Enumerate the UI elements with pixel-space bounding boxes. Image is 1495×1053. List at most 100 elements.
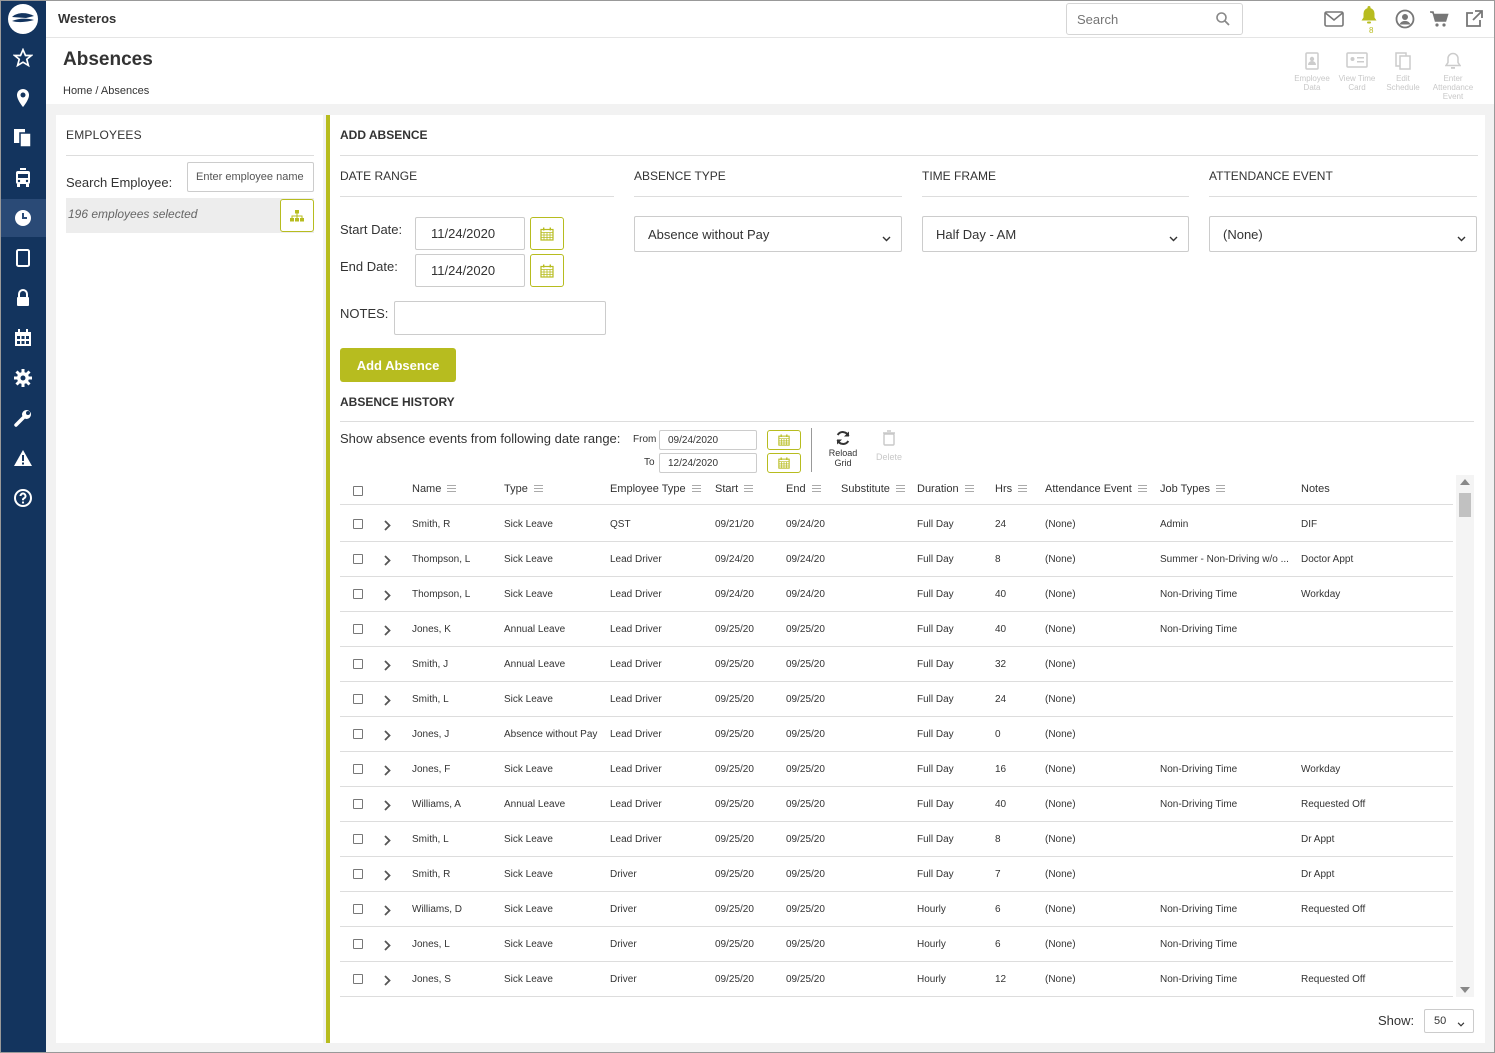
employee-data-action[interactable]: Employee Data bbox=[1288, 52, 1336, 92]
table-row[interactable]: Smith, J Annual Leave Lead Driver 09/25/20 0… bbox=[340, 647, 1453, 682]
row-checkbox[interactable] bbox=[353, 834, 363, 844]
row-checkbox[interactable] bbox=[353, 869, 363, 879]
edit-schedule-action[interactable]: Edit Schedule bbox=[1379, 52, 1427, 92]
column-menu-icon[interactable] bbox=[1018, 483, 1028, 495]
scroll-thumb[interactable] bbox=[1459, 493, 1471, 517]
notes-input[interactable] bbox=[394, 301, 606, 335]
column-menu-icon[interactable] bbox=[964, 483, 974, 495]
column-header-start[interactable]: Start bbox=[715, 483, 754, 495]
column-header-name[interactable]: Name bbox=[412, 483, 457, 495]
table-row[interactable]: Jones, F Sick Leave Lead Driver 09/25/20 09/… bbox=[340, 752, 1453, 787]
time-frame-select[interactable]: Half Day - AM bbox=[922, 216, 1189, 252]
lock-icon[interactable] bbox=[0, 279, 46, 317]
row-checkbox[interactable] bbox=[353, 519, 363, 529]
grid-scrollbar[interactable] bbox=[1456, 475, 1474, 997]
table-row[interactable]: Jones, J Absence without Pay Lead Driver 09… bbox=[340, 717, 1453, 752]
start-date-input[interactable] bbox=[415, 217, 525, 250]
app-logo[interactable] bbox=[8, 4, 38, 34]
location-pin-icon[interactable] bbox=[0, 79, 46, 117]
column-header-notes[interactable]: Notes bbox=[1301, 483, 1330, 495]
column-header-type[interactable]: Type bbox=[504, 483, 543, 495]
chevron-right-icon[interactable] bbox=[384, 868, 391, 886]
calendar-icon[interactable] bbox=[0, 319, 46, 357]
chevron-right-icon[interactable] bbox=[384, 658, 391, 676]
warning-icon[interactable] bbox=[0, 439, 46, 477]
row-checkbox[interactable] bbox=[353, 694, 363, 704]
employee-hierarchy-button[interactable] bbox=[280, 199, 314, 232]
chevron-right-icon[interactable] bbox=[384, 623, 391, 641]
mail-icon[interactable] bbox=[1322, 7, 1346, 31]
to-date-picker-button[interactable] bbox=[767, 453, 801, 473]
end-date-input[interactable] bbox=[415, 254, 525, 287]
column-menu-icon[interactable] bbox=[691, 483, 701, 495]
column-header-attendance-event[interactable]: Attendance Event bbox=[1045, 483, 1147, 495]
external-link-icon[interactable] bbox=[1462, 7, 1486, 31]
chevron-right-icon[interactable] bbox=[384, 938, 391, 956]
row-checkbox[interactable] bbox=[353, 659, 363, 669]
row-checkbox[interactable] bbox=[353, 904, 363, 914]
wrench-icon[interactable] bbox=[0, 399, 46, 437]
column-header-hrs[interactable]: Hrs bbox=[995, 483, 1028, 495]
breadcrumb-home[interactable]: Home bbox=[63, 85, 92, 97]
search-icon[interactable] bbox=[1216, 12, 1230, 31]
column-menu-icon[interactable] bbox=[447, 483, 457, 495]
page-size-select[interactable]: 50 bbox=[1424, 1009, 1474, 1033]
employee-search-input[interactable] bbox=[187, 162, 314, 192]
tablet-icon[interactable] bbox=[0, 239, 46, 277]
row-checkbox[interactable] bbox=[353, 729, 363, 739]
table-row[interactable]: Smith, L Sick Leave Lead Driver 09/25/20 09/… bbox=[340, 682, 1453, 717]
help-icon[interactable] bbox=[0, 479, 46, 517]
column-menu-icon[interactable] bbox=[1137, 483, 1147, 495]
row-checkbox[interactable] bbox=[353, 764, 363, 774]
row-checkbox[interactable] bbox=[353, 554, 363, 564]
table-row[interactable]: Smith, R Sick Leave QST 09/21/20 09/24/20 Ful… bbox=[340, 507, 1453, 542]
table-row[interactable]: Thompson, L Sick Leave Lead Driver 09/24/20… bbox=[340, 542, 1453, 577]
chevron-right-icon[interactable] bbox=[384, 763, 391, 781]
end-date-picker-button[interactable] bbox=[530, 254, 564, 287]
gear-icon[interactable] bbox=[0, 359, 46, 397]
row-checkbox[interactable] bbox=[353, 974, 363, 984]
chevron-right-icon[interactable] bbox=[384, 518, 391, 536]
row-checkbox[interactable] bbox=[353, 589, 363, 599]
start-date-picker-button[interactable] bbox=[530, 217, 564, 250]
cart-icon[interactable] bbox=[1427, 7, 1451, 31]
chevron-right-icon[interactable] bbox=[384, 903, 391, 921]
documents-icon[interactable] bbox=[0, 119, 46, 157]
column-header-duration[interactable]: Duration bbox=[917, 483, 974, 495]
column-menu-icon[interactable] bbox=[1215, 483, 1225, 495]
clock-icon[interactable] bbox=[0, 199, 46, 237]
column-menu-icon[interactable] bbox=[533, 483, 543, 495]
chevron-right-icon[interactable] bbox=[384, 973, 391, 991]
scroll-up-arrow[interactable] bbox=[1460, 479, 1470, 485]
star-icon[interactable] bbox=[0, 39, 46, 77]
table-row[interactable]: Thompson, L Sick Leave Lead Driver 09/24/20… bbox=[340, 577, 1453, 612]
from-date-picker-button[interactable] bbox=[767, 430, 801, 450]
table-row[interactable]: Jones, S Sick Leave Driver 09/25/20 09/25/20… bbox=[340, 962, 1453, 997]
column-menu-icon[interactable] bbox=[895, 483, 905, 495]
scroll-down-arrow[interactable] bbox=[1460, 987, 1470, 993]
table-row[interactable]: Williams, D Sick Leave Driver 09/25/20 09/25… bbox=[340, 892, 1453, 927]
column-menu-icon[interactable] bbox=[811, 483, 821, 495]
enter-attendance-event-action[interactable]: Enter Attendance Event bbox=[1429, 52, 1477, 101]
user-icon[interactable] bbox=[1393, 7, 1417, 31]
attendance-event-select[interactable]: (None) bbox=[1209, 216, 1477, 252]
from-date-input[interactable] bbox=[659, 430, 757, 450]
bus-icon[interactable] bbox=[0, 159, 46, 197]
reload-grid-button[interactable]: Reload Grid bbox=[824, 430, 862, 468]
chevron-right-icon[interactable] bbox=[384, 693, 391, 711]
search-input[interactable] bbox=[1067, 4, 1207, 34]
chevron-right-icon[interactable] bbox=[384, 833, 391, 851]
row-checkbox[interactable] bbox=[353, 624, 363, 634]
chevron-right-icon[interactable] bbox=[384, 553, 391, 571]
table-row[interactable]: Jones, L Sick Leave Driver 09/25/20 09/25/20… bbox=[340, 927, 1453, 962]
column-header-end[interactable]: End bbox=[786, 483, 821, 495]
chevron-right-icon[interactable] bbox=[384, 728, 391, 746]
bell-icon[interactable] bbox=[1357, 3, 1381, 27]
table-row[interactable]: Smith, R Sick Leave Driver 09/25/20 09/25/20… bbox=[340, 857, 1453, 892]
chevron-right-icon[interactable] bbox=[384, 798, 391, 816]
select-all-checkbox[interactable] bbox=[353, 486, 363, 496]
delete-button[interactable]: Delete bbox=[874, 430, 904, 462]
absence-type-select[interactable]: Absence without Pay bbox=[634, 216, 902, 252]
row-checkbox[interactable] bbox=[353, 939, 363, 949]
add-absence-button[interactable]: Add Absence bbox=[340, 348, 456, 382]
